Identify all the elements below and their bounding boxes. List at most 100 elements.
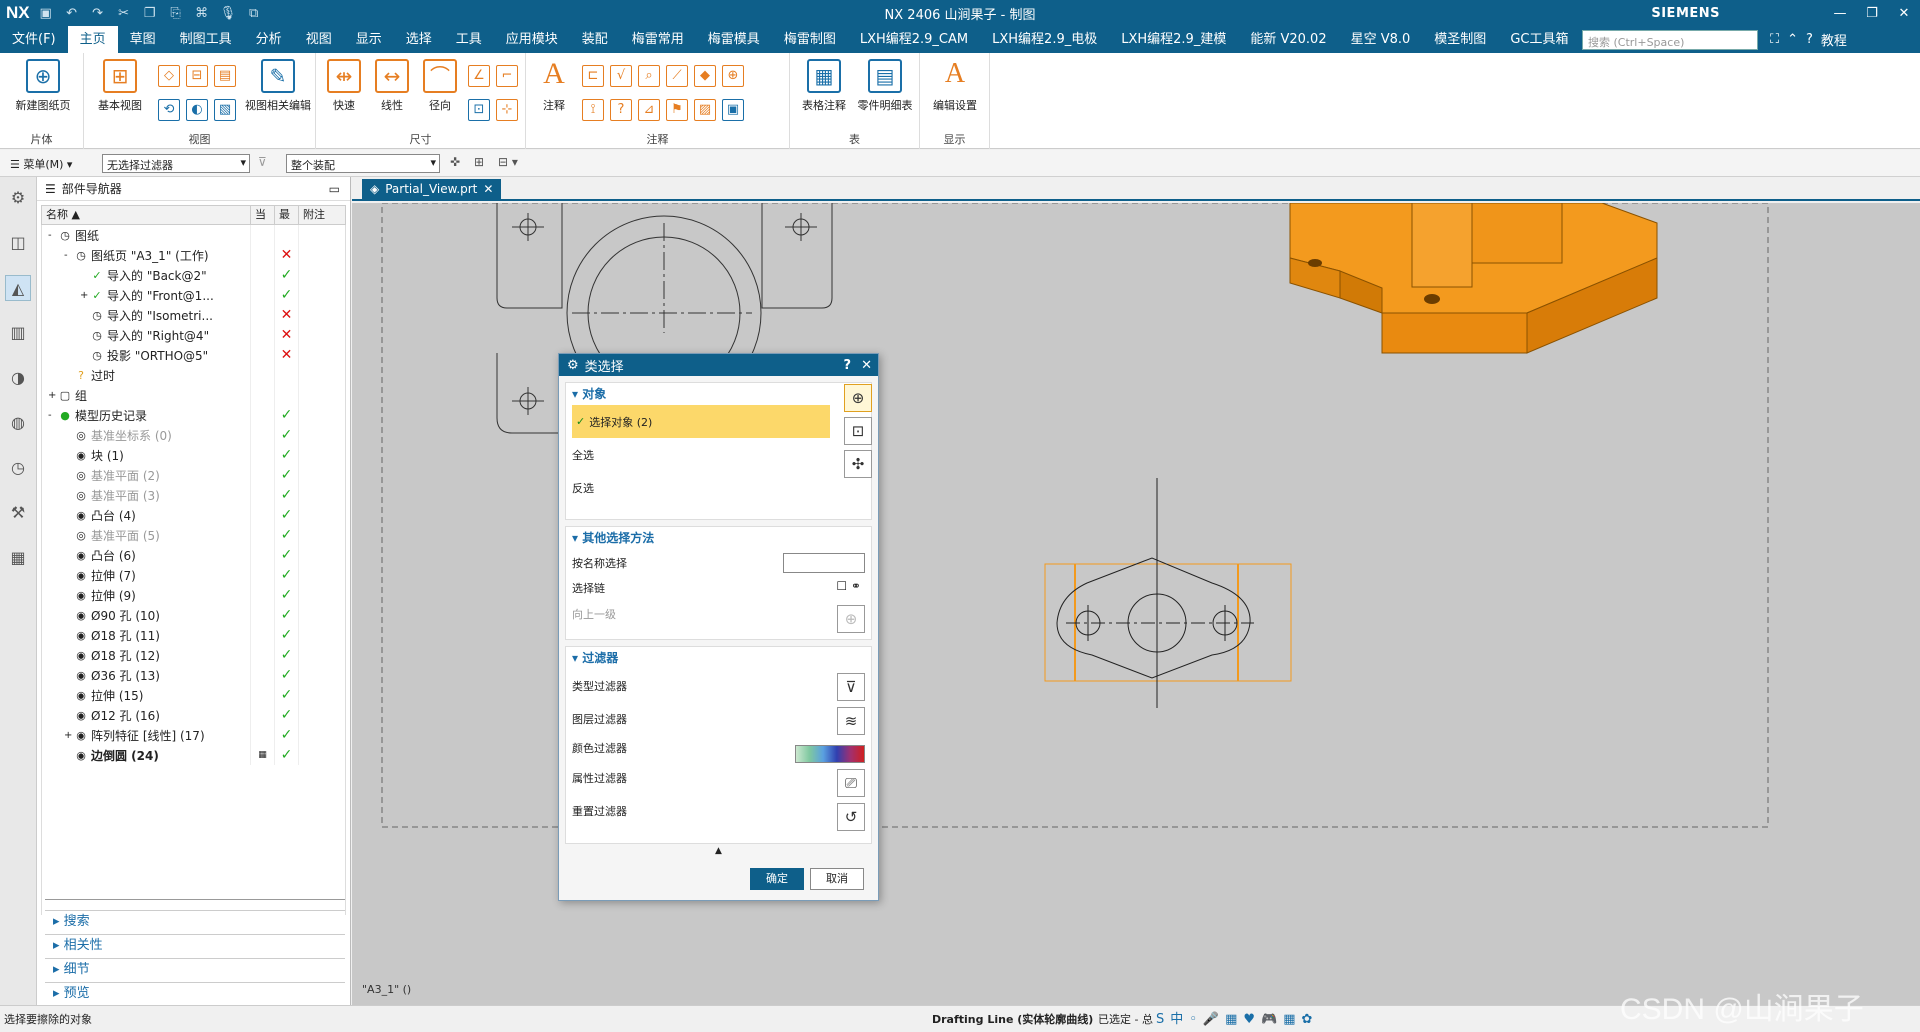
ordinate-dim-icon[interactable]: ⊡: [468, 99, 490, 121]
menu-item-20[interactable]: GC工具箱: [1498, 26, 1580, 53]
detail-view-icon[interactable]: ▤: [214, 65, 236, 87]
menu-item-6[interactable]: 显示: [344, 26, 394, 53]
close-icon[interactable]: ✕: [861, 358, 872, 373]
expander-icon[interactable]: -: [48, 230, 58, 241]
reuse-library-icon[interactable]: ▥: [5, 320, 31, 346]
menu-item-7[interactable]: 选择: [394, 26, 444, 53]
datum-target-icon[interactable]: ⟟: [582, 99, 604, 121]
cut-icon[interactable]: ✂: [116, 6, 132, 21]
accordion-preview[interactable]: ▸ 预览: [45, 982, 345, 1004]
tree-row[interactable]: ✓ 导入的 "Back@2" ✓: [42, 265, 345, 285]
attribute-filter-button[interactable]: ⎚: [837, 769, 865, 797]
tree-row[interactable]: ◎ 基准坐标系 (0) ✓: [42, 425, 345, 445]
tree-row[interactable]: ◉ 拉伸 (7) ✓: [42, 565, 345, 585]
feature-control-icon[interactable]: ⊏: [582, 65, 604, 87]
menu-item-3[interactable]: 制图工具: [168, 26, 244, 53]
maximize-panel-icon[interactable]: ▭: [329, 182, 340, 196]
select-all-icon[interactable]: ⊞: [474, 155, 484, 169]
menu-item-1[interactable]: 主页: [67, 26, 118, 53]
edit-settings-button[interactable]: A 编辑设置: [924, 59, 986, 113]
tree-row[interactable]: ◷ 投影 "ORTHO@5" ✕: [42, 345, 345, 365]
menu-item-4[interactable]: 分析: [244, 26, 294, 53]
ime-toolbar[interactable]: S中◦🎤▦♥🎮▦✿: [1156, 1008, 1318, 1027]
reset-filter-button[interactable]: ↺: [837, 803, 865, 831]
cancel-button[interactable]: 取消: [810, 868, 864, 890]
tab-partial-view[interactable]: ◈ Partial_View.prt ✕: [362, 179, 502, 201]
menu-item-14[interactable]: LXH编程2.9_CAM: [848, 26, 980, 53]
tree-row[interactable]: - ● 模型历史记录 ✓: [42, 405, 345, 425]
update-view-icon[interactable]: ◐: [186, 99, 208, 121]
tree-row[interactable]: + ✓ 导入的 "Front@1... ✓: [42, 285, 345, 305]
menu-button[interactable]: ☰ 菜单(M) ▾: [10, 156, 72, 172]
scope-select[interactable]: 整个装配: [286, 154, 440, 173]
column-name[interactable]: 名称 ▲: [42, 206, 251, 224]
menu-item-9[interactable]: 应用模块: [494, 26, 570, 53]
tree-row[interactable]: ◉ 拉伸 (15) ✓: [42, 685, 345, 705]
accordion-dependencies[interactable]: ▸ 相关性: [45, 934, 345, 956]
invert-selection-button[interactable]: ✣: [844, 450, 872, 478]
menu-item-19[interactable]: 模圣制图: [1422, 26, 1498, 53]
clock-icon[interactable]: ◷: [5, 455, 31, 481]
balloon-icon[interactable]: ?: [610, 99, 632, 121]
section-filters-header[interactable]: ▾ 过滤器: [566, 647, 871, 669]
tree-row[interactable]: ◉ 凸台 (4) ✓: [42, 505, 345, 525]
accordion-search[interactable]: ▸ 搜索: [45, 910, 345, 932]
tree-row[interactable]: ◎ 基准平面 (5) ✓: [42, 525, 345, 545]
parts-list-button[interactable]: ▤ 零件明细表: [854, 59, 916, 113]
select-all-button[interactable]: ⊡: [844, 417, 872, 445]
help-icon[interactable]: ?: [844, 358, 852, 373]
break-view-icon[interactable]: ⟲: [158, 99, 180, 121]
menu-item-17[interactable]: 能新 V20.02: [1238, 26, 1338, 53]
tree-row[interactable]: ◎ 基准平面 (2) ✓: [42, 465, 345, 485]
close-icon[interactable]: ✕: [1888, 6, 1920, 21]
leader-icon[interactable]: ⚑: [666, 99, 688, 121]
column-latest[interactable]: 最: [275, 206, 299, 224]
arc-length-icon[interactable]: ⊹: [496, 99, 518, 121]
menu-item-12[interactable]: 梅雷模具: [696, 26, 772, 53]
part-navigator-icon[interactable]: ◭: [5, 275, 31, 301]
menu-item-18[interactable]: 星空 V8.0: [1339, 26, 1423, 53]
tree-row[interactable]: ◉ 块 (1) ✓: [42, 445, 345, 465]
ok-button[interactable]: 确定: [750, 868, 804, 890]
linear-dim-button[interactable]: ↔ 线性: [370, 59, 414, 113]
menu-item-10[interactable]: 装配: [570, 26, 620, 53]
window-icon[interactable]: ⧉: [246, 6, 262, 21]
tree-row[interactable]: - ◷ 图纸: [42, 225, 345, 245]
area-fill-icon[interactable]: ◆: [694, 65, 716, 87]
weld-symbol-icon[interactable]: ⟋: [666, 65, 688, 87]
table-note-button[interactable]: ▦ 表格注释: [794, 59, 854, 113]
radial-dim-button[interactable]: ⌒ 径向: [418, 59, 462, 113]
redo-icon[interactable]: ↷: [90, 6, 106, 21]
command-search-input[interactable]: 搜索 (Ctrl+Space): [1582, 30, 1758, 50]
select-by-name-input[interactable]: [783, 553, 865, 573]
up-one-level-button[interactable]: ⊕: [837, 605, 865, 633]
angular-dim-icon[interactable]: ∠: [468, 65, 490, 87]
hatch-icon[interactable]: ▨: [694, 99, 716, 121]
tree-row[interactable]: ◉ 边倒圆 (24) ▦ ✓: [42, 745, 345, 765]
column-notes[interactable]: 附注: [299, 206, 339, 224]
expander-icon[interactable]: +: [64, 730, 74, 741]
tree-row[interactable]: + ◉ 阵列特征 [线性] (17) ✓: [42, 725, 345, 745]
tutorial-label[interactable]: 教程: [1821, 30, 1847, 49]
tree-row[interactable]: ◉ 凸台 (6) ✓: [42, 545, 345, 565]
expander-icon[interactable]: +: [48, 390, 58, 401]
new-sheet-button[interactable]: ⊕ 新建图纸页: [8, 59, 78, 113]
base-view-button[interactable]: ⊞ 基本视图: [88, 59, 152, 113]
tree-row[interactable]: ◉ Ø90 孔 (10) ✓: [42, 605, 345, 625]
rapid-dim-button[interactable]: ⇹ 快速: [322, 59, 366, 113]
view-boundary-icon[interactable]: ▧: [214, 99, 236, 121]
tree-row[interactable]: ◉ Ø18 孔 (12) ✓: [42, 645, 345, 665]
tree-row[interactable]: ? 过时: [42, 365, 345, 385]
chain-checkbox[interactable]: ☐ ⚭: [836, 579, 861, 593]
accordion-details[interactable]: ▸ 细节: [45, 958, 345, 980]
type-filter-button[interactable]: ⊽: [837, 673, 865, 701]
tree-scrollbar[interactable]: [45, 899, 345, 909]
menu-item-13[interactable]: 梅雷制图: [772, 26, 848, 53]
settings-icon[interactable]: ⚙: [5, 185, 31, 211]
tree-row[interactable]: ◉ Ø12 孔 (16) ✓: [42, 705, 345, 725]
type-filter-select[interactable]: 无选择过滤器: [102, 154, 250, 173]
restore-icon[interactable]: ❐: [1856, 6, 1888, 21]
note-button[interactable]: A 注释: [532, 59, 576, 113]
collapse-ribbon-icon[interactable]: ⌃: [1787, 32, 1798, 47]
partial-view-geometry[interactable]: [1056, 478, 1254, 708]
